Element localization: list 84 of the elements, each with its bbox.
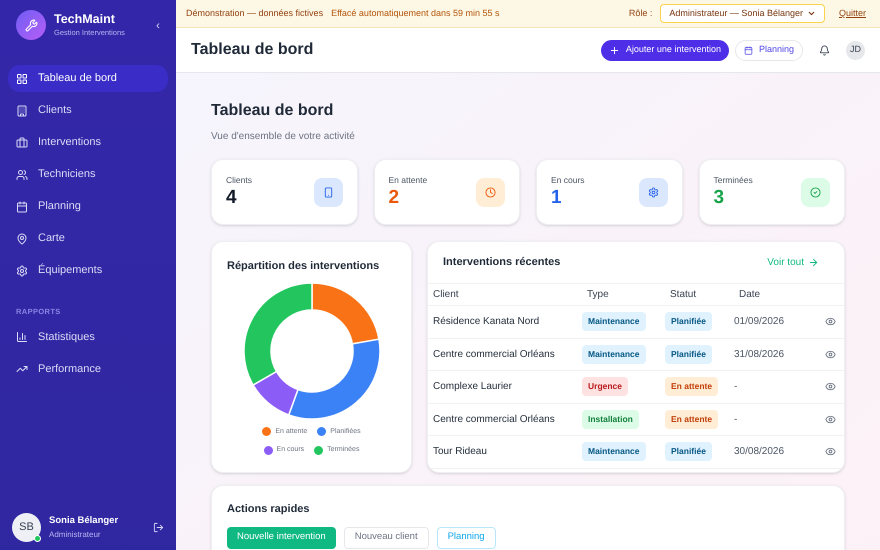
stat-label: Terminées — [714, 174, 754, 186]
status-tag: Planifiée — [665, 344, 712, 364]
type-tag: Maintenance — [582, 312, 646, 332]
header-title: Tableau de bord — [191, 40, 314, 60]
plus-icon — [608, 44, 620, 56]
device-icon — [314, 178, 342, 206]
calendar-icon — [744, 46, 753, 54]
briefcase-icon — [16, 136, 28, 148]
bar-chart-icon — [16, 330, 28, 343]
arrow-right-icon — [808, 257, 819, 268]
header-avatar[interactable]: JD — [846, 40, 865, 60]
notification-icon[interactable] — [819, 44, 830, 56]
quit-link[interactable]: Quitter — [838, 6, 866, 20]
column-header: Statut — [665, 284, 734, 306]
collapse-button[interactable]: ‹ — [156, 16, 160, 34]
type-tag: Maintenance — [582, 442, 646, 462]
clock-icon — [476, 178, 505, 206]
table-cell: Résidence Kanata Nord — [428, 306, 582, 338]
user-role: Administrateur — [49, 528, 102, 541]
nav-item[interactable]: Carte — [8, 225, 168, 252]
logout-icon[interactable] — [153, 522, 164, 533]
status-tag: Planifiée — [665, 442, 712, 462]
status-tag: En attente — [665, 410, 718, 429]
grid-icon — [16, 72, 28, 84]
building-icon — [16, 104, 28, 116]
type-tag: Maintenance — [582, 344, 646, 364]
quick-action-button[interactable]: Nouveau client — [344, 526, 429, 548]
view-icon[interactable] — [825, 446, 836, 458]
add-intervention-button[interactable]: Ajouter une intervention — [600, 40, 729, 60]
view-icon[interactable] — [825, 348, 836, 360]
card-title: Actions rapides — [227, 502, 311, 517]
card-title: Interventions récentes — [443, 255, 560, 270]
column-header: Client — [428, 284, 582, 306]
brand-name: TechMaint — [54, 11, 116, 28]
nav-item[interactable]: Interventions — [8, 129, 168, 156]
view-icon[interactable] — [825, 381, 836, 392]
table-cell: - — [734, 371, 820, 404]
timer-text: Effacé automatiquement dans 59 min 55 s — [331, 6, 500, 20]
stat-label: En attente — [388, 174, 428, 186]
nav-item[interactable]: Tableau de bord — [8, 65, 168, 92]
view-icon[interactable] — [825, 414, 836, 425]
table-cell: - — [734, 404, 820, 436]
planning-button[interactable]: Planning — [734, 40, 803, 60]
user-name: Sonia Bélanger — [49, 514, 120, 528]
table-cell: 30/08/2026 — [734, 436, 820, 468]
demo-notice: Démonstration — données fictives — [186, 6, 324, 20]
table-cell: 31/08/2026 — [734, 338, 820, 371]
type-tag: Urgence — [582, 377, 628, 396]
type-tag: Installation — [582, 410, 639, 429]
stat-value: 4 — [226, 186, 238, 210]
logo-icon — [16, 10, 46, 40]
calendar-icon — [16, 200, 28, 212]
stat-value: 2 — [388, 186, 400, 210]
stat-label: En cours — [551, 174, 586, 186]
table-cell: Centre commercial Orléans — [428, 338, 582, 371]
page-title: Tableau de bord — [211, 101, 334, 121]
card-title: Répartition des interventions — [227, 259, 380, 274]
nav-item[interactable]: Statistiques — [8, 323, 168, 350]
view-icon[interactable] — [825, 316, 836, 328]
stat-label: Clients — [226, 174, 253, 186]
users-icon — [16, 168, 28, 180]
table-cell: Centre commercial Orléans — [428, 404, 582, 436]
status-tag: Planifiée — [665, 312, 712, 332]
column-header: Date — [734, 284, 820, 306]
role-select[interactable]: Administrateur — Sonia Bélanger — [660, 4, 825, 23]
nav-item[interactable]: Planning — [8, 193, 168, 220]
role-label: Rôle : — [628, 6, 652, 20]
nav-item[interactable]: Clients — [8, 97, 168, 124]
nav-item[interactable]: Techniciens — [8, 161, 168, 188]
nav-item[interactable]: Équipements — [8, 257, 168, 284]
stat-value: 3 — [714, 186, 726, 210]
table-cell: Complexe Laurier — [428, 371, 582, 404]
nav-item[interactable]: Performance — [8, 355, 168, 382]
caret-icon — [806, 9, 816, 18]
gear-icon — [16, 264, 28, 276]
status-tag: En attente — [665, 377, 718, 396]
map-pin-icon — [16, 232, 28, 244]
table-cell: Tour Rideau — [428, 436, 582, 468]
page-subtitle: Vue d'ensemble de votre activité — [211, 130, 356, 144]
gear-icon — [638, 178, 668, 206]
stat-value: 1 — [551, 186, 563, 210]
user-avatar: SB — [12, 513, 41, 542]
table-cell: 01/09/2026 — [734, 306, 820, 338]
column-header: Type — [582, 284, 665, 306]
